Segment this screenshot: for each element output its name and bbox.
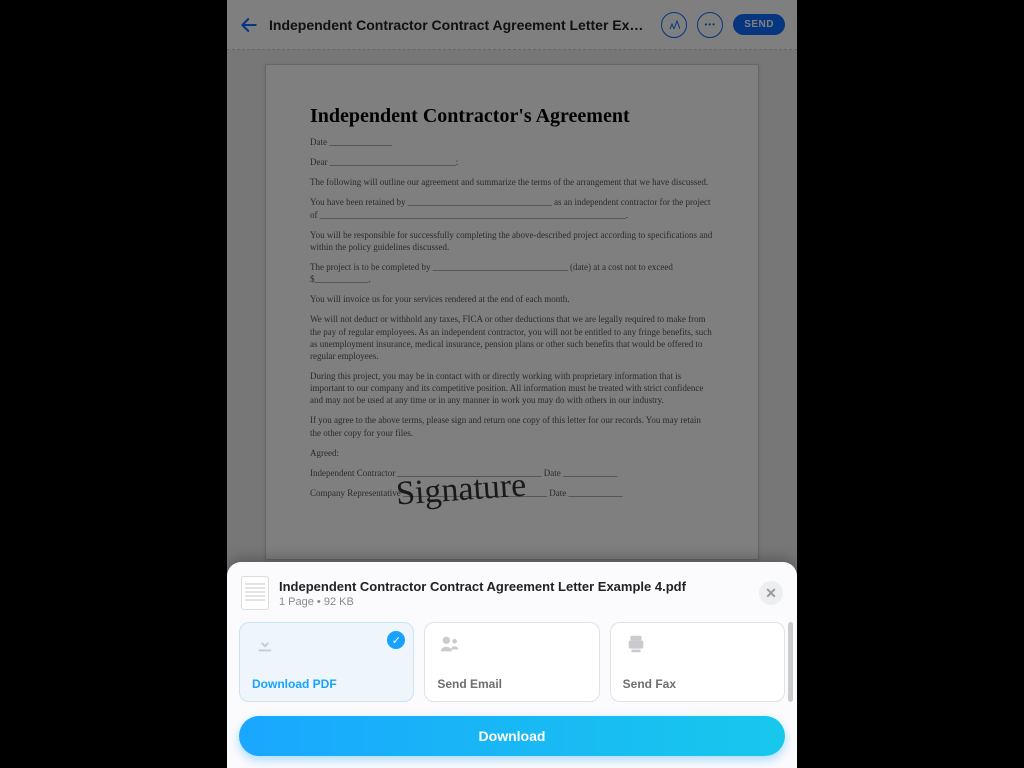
selected-check-icon: ✓ — [387, 631, 405, 649]
file-meta: 1 Page • 92 KB — [279, 596, 686, 608]
sheet-header: Independent Contractor Contract Agreemen… — [237, 576, 787, 622]
fax-icon — [623, 633, 649, 655]
card-label: Download PDF — [252, 677, 401, 691]
download-icon — [252, 633, 278, 655]
share-sheet: Independent Contractor Contract Agreemen… — [227, 562, 797, 768]
download-button[interactable]: Download — [239, 716, 785, 756]
file-name: Independent Contractor Contract Agreemen… — [279, 579, 686, 594]
email-icon — [437, 633, 463, 655]
download-pdf-card[interactable]: ✓ Download PDF — [239, 622, 414, 702]
send-email-card[interactable]: Send Email — [424, 622, 599, 702]
file-thumbnail-icon — [241, 576, 269, 610]
action-cards-row: ✓ Download PDF Send Email Sen — [237, 622, 787, 702]
device-frame: Independent Contractor Contract Agreemen… — [227, 0, 797, 768]
card-label: Send Email — [437, 677, 586, 691]
card-label: Send Fax — [623, 677, 772, 691]
close-icon[interactable]: ✕ — [759, 581, 783, 605]
send-fax-card[interactable]: Send Fax — [610, 622, 785, 702]
file-info: Independent Contractor Contract Agreemen… — [279, 579, 686, 608]
scrollbar-thumb[interactable] — [788, 622, 793, 702]
